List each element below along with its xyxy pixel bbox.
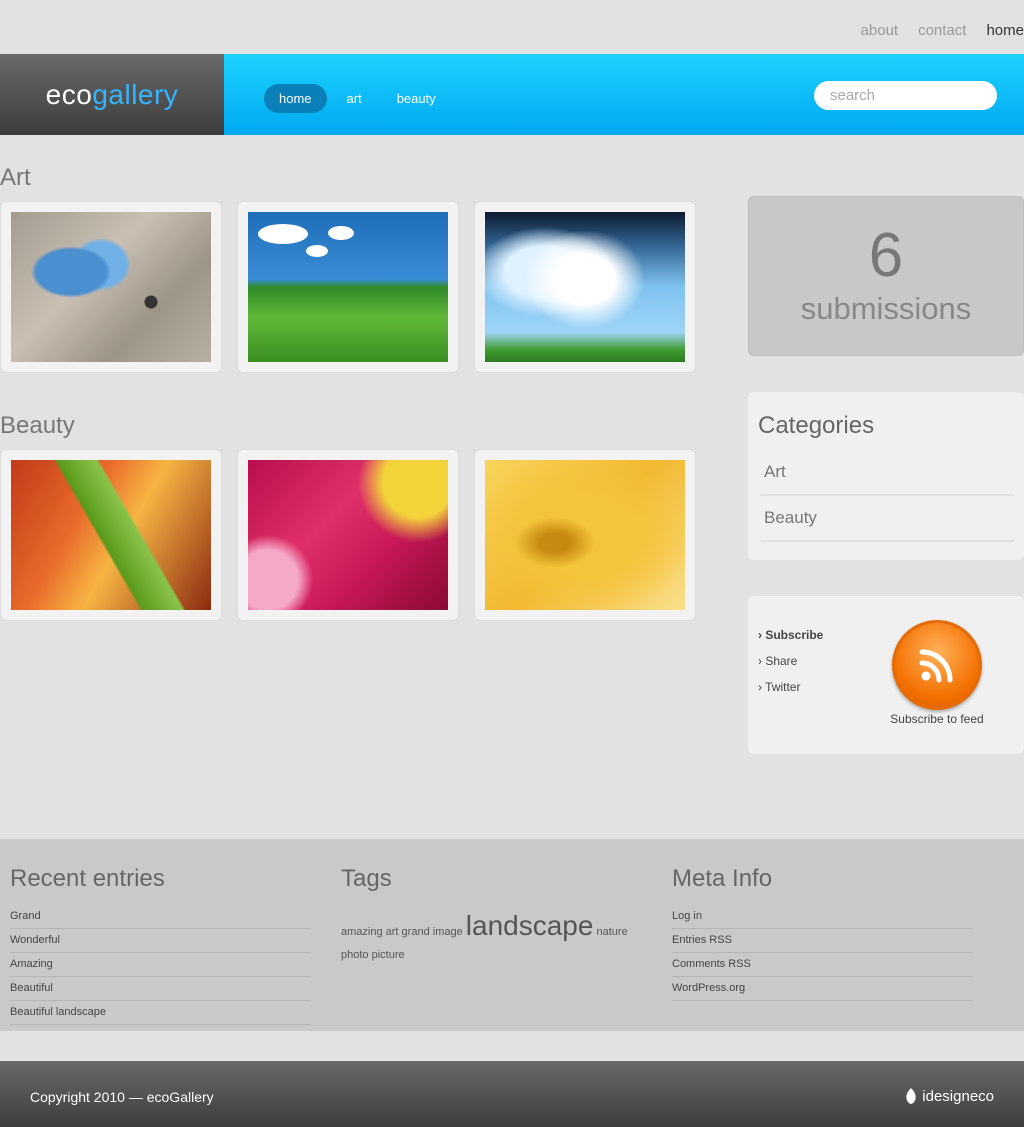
nav-home[interactable]: home (264, 84, 327, 113)
rss-caption: Subscribe to feed (890, 712, 984, 726)
category-art[interactable]: Art (761, 450, 1014, 496)
subscribe-link[interactable]: › Subscribe (758, 628, 823, 642)
submissions-count: 6 (868, 221, 904, 290)
meta-link[interactable]: Log in (672, 905, 973, 929)
leaf-icon (906, 1088, 916, 1104)
tag-link[interactable]: image (433, 926, 463, 938)
nav-art[interactable]: art (332, 84, 377, 113)
header: ecogallery home art beauty (0, 54, 1024, 135)
field-image (248, 212, 448, 362)
idesigneco-brand: idesigneco (922, 1087, 994, 1105)
tag-link[interactable]: nature (597, 926, 628, 938)
nav-beauty[interactable]: beauty (382, 84, 451, 113)
meta-link[interactable]: WordPress.org (672, 977, 973, 1001)
graffiti-image (11, 212, 211, 362)
submissions-label: submissions (800, 291, 972, 326)
tag-link[interactable]: picture (372, 949, 405, 961)
copyright-text: Copyright 2010 — ecoGallery (30, 1089, 214, 1105)
share-link[interactable]: › Share (758, 654, 823, 668)
logo[interactable]: ecogallery (46, 79, 179, 111)
meta-info-widget: Meta Info Log in Entries RSS Comments RS… (672, 865, 973, 1001)
recent-entry[interactable]: Beautiful landscape (10, 1001, 311, 1025)
subscribe-box: › Subscribe › Share › Twitter Subscribe … (748, 596, 1024, 754)
beauty-thumb-1[interactable] (0, 449, 222, 621)
category-beauty[interactable]: Beauty (761, 496, 1014, 542)
recent-entry[interactable]: Amazing (10, 953, 311, 977)
art-thumb-sky[interactable] (474, 201, 696, 373)
cloud-shape (258, 224, 308, 244)
flower-image-3 (485, 460, 685, 610)
flower-image-2 (248, 460, 448, 610)
rss-feed-button[interactable] (892, 620, 982, 710)
submissions-box: 6 submissions (748, 196, 1024, 356)
beauty-thumb-2[interactable] (237, 449, 459, 621)
subscribe-links: › Subscribe › Share › Twitter (758, 628, 823, 706)
cloud-shape (306, 245, 328, 257)
rss-icon (919, 649, 953, 683)
recent-entries-widget: Recent entries Grand Wonderful Amazing B… (10, 865, 311, 1025)
about-link[interactable]: about (861, 22, 899, 39)
tag-link[interactable]: photo (341, 949, 369, 961)
home-link[interactable]: home (986, 22, 1024, 39)
meta-info-title: Meta Info (672, 865, 773, 892)
tag-link[interactable]: grand (402, 926, 430, 938)
cloud-shape (328, 226, 354, 240)
idesigneco-logo[interactable]: idesigneco (904, 1087, 994, 1105)
twitter-link[interactable]: › Twitter (758, 680, 823, 694)
footer: Copyright 2010 — ecoGallery idesigneco (0, 1061, 1024, 1127)
categories-title: Categories (758, 412, 875, 439)
art-section-title: Art (0, 164, 31, 191)
art-thumb-field[interactable] (237, 201, 459, 373)
beauty-section-title: Beauty (0, 412, 75, 439)
sky-image (485, 212, 685, 362)
main-nav: home art beauty (264, 84, 456, 113)
tag-link[interactable]: art (386, 926, 399, 938)
meta-link[interactable]: Comments RSS (672, 953, 973, 977)
tags-widget: Tags amazing art grand image landscape n… (341, 865, 642, 964)
categories-box: Categories Art Beauty (748, 392, 1024, 560)
navbar: home art beauty (224, 54, 1024, 135)
logo-part-eco: eco (45, 78, 93, 110)
recent-entries-title: Recent entries (10, 865, 165, 892)
beauty-thumb-3[interactable] (474, 449, 696, 621)
logo-box[interactable]: ecogallery (0, 54, 224, 135)
tag-link[interactable]: landscape (466, 910, 594, 941)
tag-link[interactable]: amazing (341, 926, 383, 938)
top-links: about contact home (861, 22, 1024, 39)
flower-image-1 (11, 460, 211, 610)
art-thumb-graffiti[interactable] (0, 201, 222, 373)
footer-widgets: Recent entries Grand Wonderful Amazing B… (0, 839, 1024, 1031)
logo-part-gallery: gallery (92, 78, 179, 110)
recent-entry[interactable]: Wonderful (10, 929, 311, 953)
recent-entry[interactable]: Beautiful (10, 977, 311, 1001)
tags-title: Tags (341, 865, 392, 892)
recent-entry[interactable]: Grand (10, 905, 311, 929)
search-input[interactable] (814, 81, 997, 110)
tag-cloud: amazing art grand image landscape nature… (341, 905, 642, 964)
contact-link[interactable]: contact (918, 22, 966, 39)
meta-link[interactable]: Entries RSS (672, 929, 973, 953)
